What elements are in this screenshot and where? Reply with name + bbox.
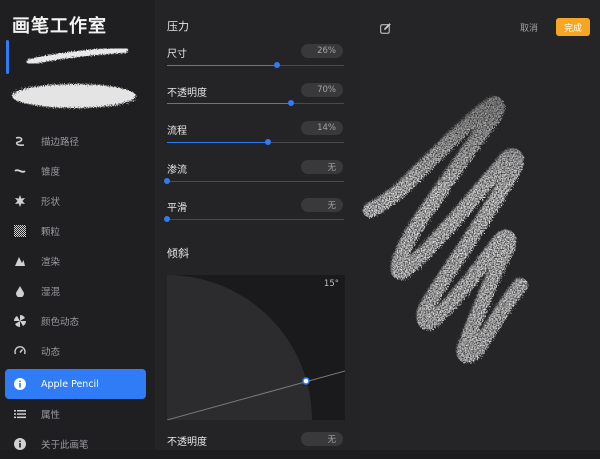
sidebar-item-rendering[interactable]: 渲染: [5, 246, 146, 276]
slider-knob[interactable]: [287, 100, 294, 106]
sidebar-item-dynamics[interactable]: 动态: [5, 336, 146, 366]
bleed-slider[interactable]: [164, 178, 344, 184]
properties-icon: [13, 407, 27, 421]
taper-icon: [13, 164, 27, 178]
tilt-opacity-label: 不透明度: [167, 437, 207, 448]
slider-knob[interactable]: [164, 178, 170, 184]
sidebar-item-apple-pencil[interactable]: Apple Pencil: [5, 369, 146, 399]
sidebar-item-label: 关于此画笔: [41, 440, 89, 451]
brush-stroke-preview-large[interactable]: [0, 76, 155, 116]
sidebar-item-label: 属性: [41, 410, 61, 421]
apple-pencil-settings-panel: 压力 尺寸 26% 不透明度 70% 流程 14% 渗流 无 平滑 无 倾斜 1…: [155, 0, 360, 450]
info-icon: [13, 377, 27, 391]
size-label: 尺寸: [167, 49, 187, 60]
slider-knob[interactable]: [273, 62, 280, 68]
tilt-opacity-value[interactable]: 无: [301, 432, 343, 446]
slider-fill: [167, 142, 268, 143]
flow-slider[interactable]: [167, 139, 344, 145]
sidebar-item-stroke-path[interactable]: 描边路径: [5, 126, 146, 156]
test-stroke: [362, 96, 528, 363]
sidebar-item-shape[interactable]: 形状: [5, 186, 146, 216]
sidebar-item-taper[interactable]: 锥度: [5, 156, 146, 186]
flow-value[interactable]: 14%: [301, 121, 343, 135]
opacity-label: 不透明度: [167, 88, 207, 99]
sidebar-item-label: 湿混: [41, 287, 61, 298]
sidebar: 画笔工作室 描边路径 锥度 形状 颗粒 渲染 湿混 颜色动态 动态 Apple …: [0, 0, 155, 451]
smoothing-value[interactable]: 无: [301, 198, 343, 212]
sidebar-item-color-dynamics[interactable]: 颜色动态: [5, 306, 146, 336]
stroke-path-icon: [13, 134, 27, 148]
tilt-section-title: 倾斜: [167, 247, 189, 260]
rendering-icon: [13, 254, 27, 268]
tilt-quarter-circle: [167, 275, 345, 420]
grain-icon: [13, 224, 27, 238]
smoothing-slider[interactable]: [164, 216, 344, 222]
size-slider[interactable]: [167, 62, 344, 68]
slider-knob[interactable]: [164, 216, 170, 222]
opacity-slider[interactable]: [167, 100, 344, 106]
sidebar-item-label: Apple Pencil: [41, 378, 99, 390]
sidebar-item-label: 描边路径: [41, 137, 80, 148]
smoothing-label: 平滑: [167, 203, 187, 214]
sidebar-item-label: 渲染: [41, 257, 61, 268]
sidebar-item-label: 颜色动态: [41, 317, 80, 328]
sidebar-item-properties[interactable]: 属性: [5, 399, 146, 429]
dynamics-icon: [13, 344, 27, 358]
color-dynamics-icon: [13, 314, 27, 328]
wet-mix-icon: [13, 284, 27, 298]
sidebar-item-wet-mix[interactable]: 湿混: [5, 276, 146, 306]
flow-label: 流程: [167, 126, 187, 137]
page-title: 画笔工作室: [12, 16, 107, 37]
bleed-label: 渗流: [167, 165, 187, 176]
slider-fill: [167, 103, 291, 104]
sidebar-item-label: 动态: [41, 347, 61, 358]
tilt-graph[interactable]: 15°: [167, 275, 345, 420]
drawing-pad[interactable]: 取消 完成: [360, 0, 600, 450]
info-icon: [13, 437, 27, 451]
shape-icon: [13, 194, 27, 208]
sidebar-item-about-brush[interactable]: 关于此画笔: [5, 429, 146, 459]
sidebar-item-label: 颗粒: [41, 227, 61, 238]
pressure-section-title: 压力: [167, 20, 189, 33]
brush-stroke-preview-small[interactable]: [0, 40, 155, 76]
sidebar-item-grain[interactable]: 颗粒: [5, 216, 146, 246]
sidebar-item-label: 锥度: [41, 167, 61, 178]
slider-knob[interactable]: [264, 139, 271, 145]
tilt-handle[interactable]: [302, 377, 310, 385]
slider-fill: [167, 65, 277, 66]
bleed-value[interactable]: 无: [301, 160, 343, 174]
opacity-value[interactable]: 70%: [301, 83, 343, 97]
tilt-angle-value: 15°: [323, 279, 339, 289]
sidebar-item-label: 形状: [41, 197, 61, 208]
size-value[interactable]: 26%: [301, 44, 343, 58]
